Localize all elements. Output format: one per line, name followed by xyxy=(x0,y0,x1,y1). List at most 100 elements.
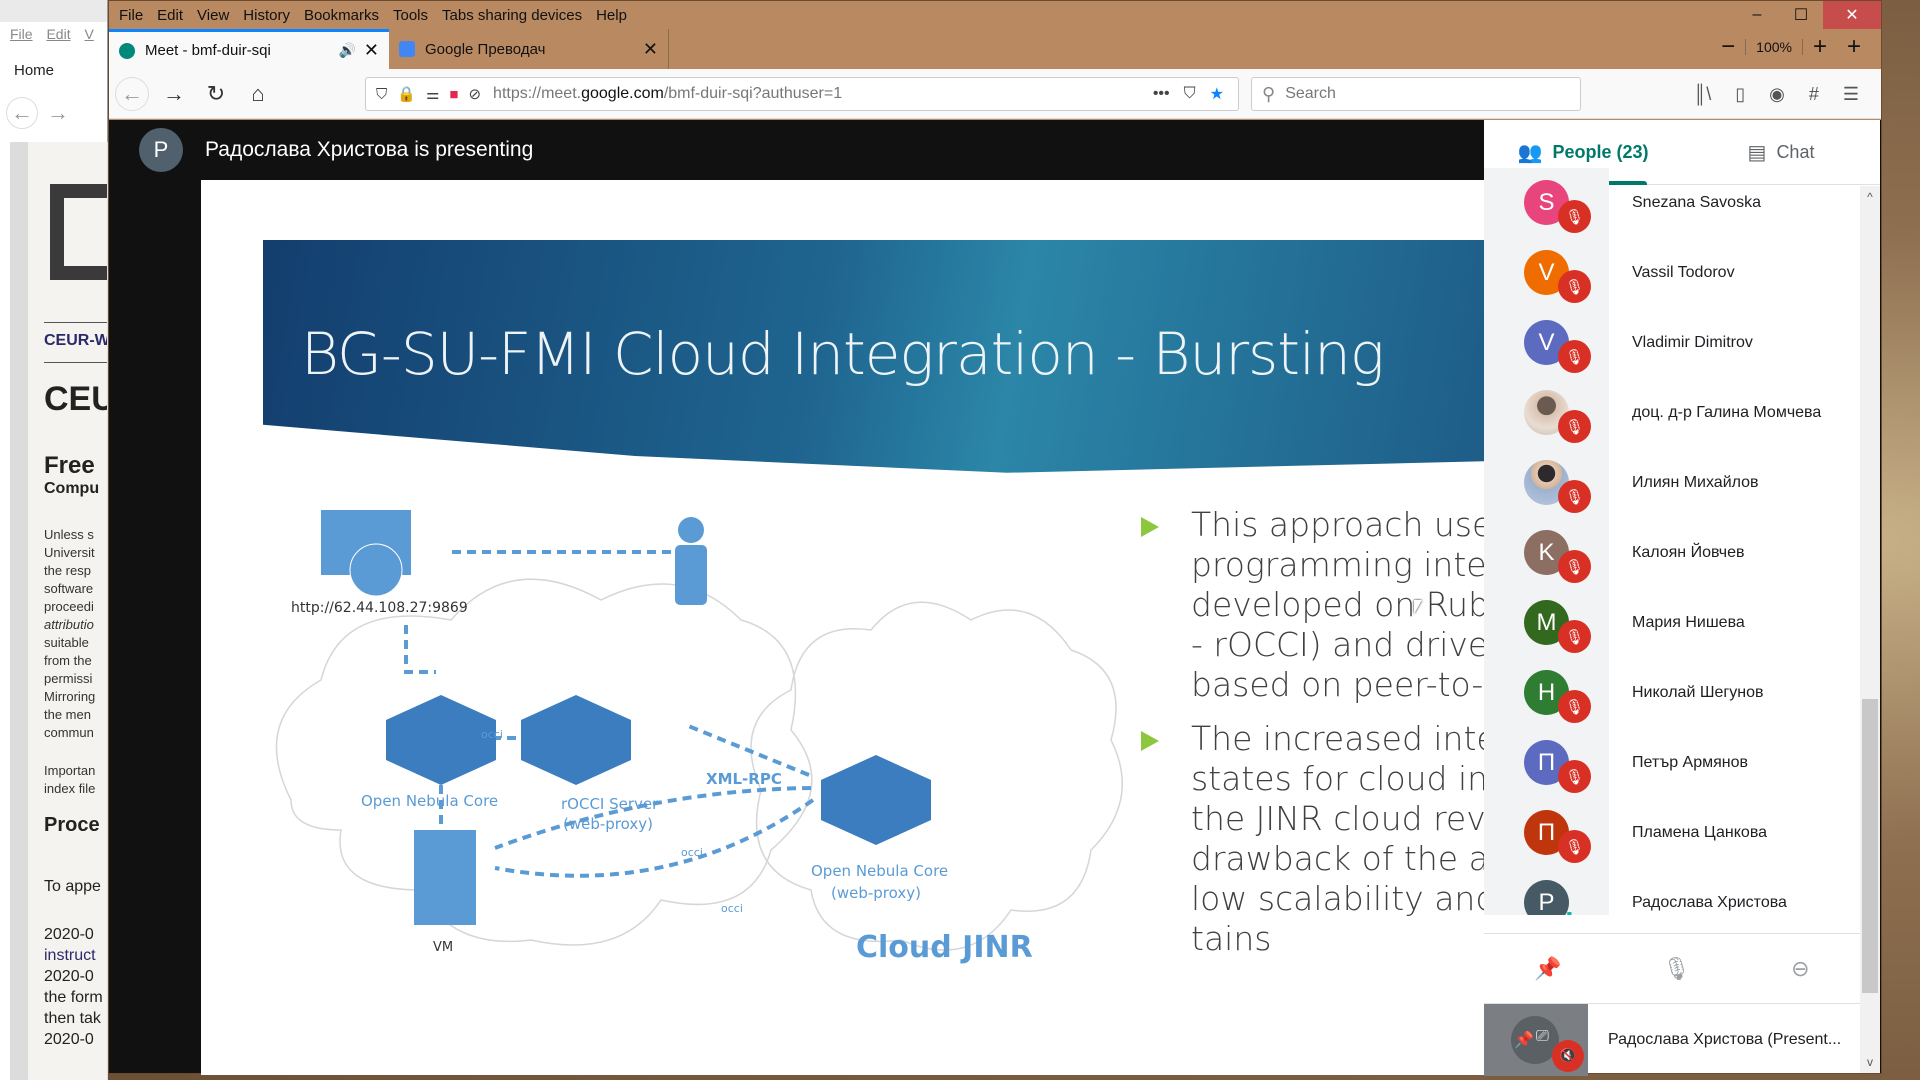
menu-bookmarks[interactable]: Bookmarks xyxy=(304,7,379,24)
bg-section-heading: Proce xyxy=(44,814,100,836)
tab-meet[interactable]: Meet - bmf-duir-sqi 🔊 ✕ xyxy=(109,29,389,69)
zoom-in-button[interactable]: + xyxy=(1803,33,1837,61)
permissions-icon[interactable]: ⚌ xyxy=(426,85,439,103)
bg-nav: ← → xyxy=(6,97,78,130)
mic-muted-icon: 🎙 xyxy=(1558,270,1591,303)
occi-label-2: occi xyxy=(681,846,703,859)
url-text[interactable]: https://meet.google.com/bmf-duir-sqi?aut… xyxy=(493,85,1153,103)
reload-icon[interactable]: ↻ xyxy=(199,77,233,111)
server-jinr-icon xyxy=(821,755,931,845)
home-icon[interactable]: ⌂ xyxy=(241,77,275,111)
library-icon[interactable]: ║\ xyxy=(1693,84,1711,105)
bg-forward-icon[interactable]: → xyxy=(42,98,74,130)
minimize-button[interactable]: – xyxy=(1735,1,1779,29)
hamburger-menu-icon[interactable]: ☰ xyxy=(1843,84,1859,105)
navigation-toolbar: ← → ↻ ⌂ ⛉ 🔒 ⚌ ■ ⊘ https://meet.google.co… xyxy=(109,69,1881,119)
mic-muted-icon: 🎙 xyxy=(1558,550,1591,583)
zoom-out-button[interactable]: − xyxy=(1711,33,1745,61)
ceur-link[interactable]: CEUR-W xyxy=(44,332,107,350)
participant-row[interactable]: V 🎙 Vladimir Dimitrov xyxy=(1484,308,1860,378)
participant-name: Vassil Todorov xyxy=(1632,264,1735,281)
bg-menu-edit[interactable]: Edit xyxy=(46,26,70,42)
bg-menu-file[interactable]: File xyxy=(10,26,33,42)
meet-content: P Радослава Христова is presenting BG-SU… xyxy=(109,120,1881,1076)
tab-strip: Meet - bmf-duir-sqi 🔊 ✕ Google Преводач … xyxy=(109,29,669,69)
menu-history[interactable]: History xyxy=(243,7,290,24)
shield-icon[interactable]: ⛉ xyxy=(376,86,387,103)
participant-row[interactable]: P•▌• Радослава Христова xyxy=(1484,868,1860,915)
new-tab-button[interactable]: + xyxy=(1837,33,1871,61)
sidebar-icon[interactable]: ▯ xyxy=(1735,84,1745,105)
jinr-core-sub-label: (web-proxy) xyxy=(831,884,921,902)
participant-row[interactable]: П 🎙 Пламена Цанкова xyxy=(1484,798,1860,868)
back-icon[interactable]: ← xyxy=(115,76,149,111)
vm-label: VM xyxy=(433,940,454,955)
close-window-button[interactable]: ✕ xyxy=(1823,1,1881,29)
tab-title: Meet - bmf-duir-sqi xyxy=(145,42,271,59)
presentation-tile[interactable]: 📌 ⎚ 🔇 Радослава Христова (Present... xyxy=(1484,1003,1860,1076)
tab-translate[interactable]: Google Преводач ✕ xyxy=(389,29,669,69)
panel-scrollbar[interactable]: ^ v xyxy=(1860,186,1880,1073)
slide-bullets: This approach uses programming inter dev… xyxy=(1141,505,1484,973)
speaker-icon[interactable]: 🔊 xyxy=(338,42,355,59)
url-bar[interactable]: ⛉ 🔒 ⚌ ■ ⊘ https://meet.google.com/bmf-du… xyxy=(365,77,1239,111)
globe-icon xyxy=(349,543,403,597)
zoom-level[interactable]: 100% xyxy=(1745,39,1803,55)
pin-icon[interactable]: 📌 xyxy=(1534,956,1561,982)
translate-favicon-icon xyxy=(399,41,415,57)
scroll-down-icon[interactable]: v xyxy=(1860,1055,1880,1069)
autoplay-blocked-icon[interactable]: ⊘ xyxy=(468,85,481,103)
page-actions-icon[interactable]: ••• xyxy=(1153,85,1170,103)
presentation-slide[interactable]: BG-SU-FMI Cloud Integration - Bursting h… xyxy=(201,180,1484,1075)
speaking-indicator-icon: •▌• xyxy=(1562,912,1582,915)
bullet-item: This approach uses programming inter dev… xyxy=(1141,505,1484,705)
presenter-bar: P Радослава Христова is presenting xyxy=(109,120,1484,180)
menu-file[interactable]: File xyxy=(119,7,143,24)
close-tab-icon[interactable]: ✕ xyxy=(364,40,379,61)
close-tab-icon[interactable]: ✕ xyxy=(643,39,658,60)
search-placeholder: Search xyxy=(1285,85,1336,102)
menu-edit[interactable]: Edit xyxy=(157,7,183,24)
avatar-column: K 🎙 xyxy=(1484,518,1609,588)
remove-icon[interactable]: ⊖ xyxy=(1791,956,1809,982)
search-input[interactable]: ⚲ Search xyxy=(1251,77,1581,111)
bg-home-tab[interactable]: Home xyxy=(14,62,54,79)
server-core-icon xyxy=(386,695,496,785)
participant-row[interactable]: S 🎙 Snezana Savoska xyxy=(1484,168,1860,238)
participant-name: Пламена Цанкова xyxy=(1632,824,1768,841)
bookmark-star-icon[interactable]: ★ xyxy=(1210,84,1224,104)
mic-muted-icon: 🎙 xyxy=(1558,690,1591,723)
participant-row[interactable]: 🎙 Илиян Михайлов xyxy=(1484,448,1860,518)
background-menu: File Edit V xyxy=(10,26,104,42)
menu-bar: File Edit View History Bookmarks Tools T… xyxy=(109,3,631,27)
search-icon: ⚲ xyxy=(1262,83,1276,104)
participant-row[interactable]: 🎙 доц. д-р Галина Момчева xyxy=(1484,378,1860,448)
participant-row[interactable]: П 🎙 Петър Армянов xyxy=(1484,728,1860,798)
mic-muted-icon: 🎙 xyxy=(1558,410,1591,443)
mic-icon[interactable]: 🎙 xyxy=(1663,956,1691,982)
scroll-up-icon[interactable]: ^ xyxy=(1860,190,1880,204)
menu-tabs-sharing[interactable]: Tabs sharing devices xyxy=(442,7,582,24)
menu-help[interactable]: Help xyxy=(596,7,627,24)
audio-muted-icon: 🔇 xyxy=(1552,1039,1584,1072)
avatar: P xyxy=(1524,880,1569,915)
account-icon[interactable]: ◉ xyxy=(1769,84,1785,105)
scrollbar-thumb[interactable] xyxy=(1862,699,1878,993)
bg-menu-view[interactable]: V xyxy=(84,26,93,42)
camera-icon[interactable]: ■ xyxy=(449,86,458,103)
participant-list[interactable]: S 🎙 Snezana Savoska V 🎙 Vassil Todorov V 🎙 Vladi… xyxy=(1484,168,1860,915)
participant-row[interactable]: K 🎙 Калоян Йовчев xyxy=(1484,518,1860,588)
participant-row[interactable]: V 🎙 Vassil Todorov xyxy=(1484,238,1860,308)
menu-tools[interactable]: Tools xyxy=(393,7,428,24)
bg-back-icon[interactable]: ← xyxy=(6,97,38,129)
lock-icon[interactable]: 🔒 xyxy=(397,85,416,103)
extensions-icon[interactable]: # xyxy=(1809,84,1819,105)
menu-view[interactable]: View xyxy=(197,7,229,24)
participant-row[interactable]: H 🎙 Николай Шегунов xyxy=(1484,658,1860,728)
forward-icon[interactable]: → xyxy=(157,77,191,111)
background-browser-window[interactable]: File Edit V Home ← → CEUR-W CEU Free Comp… xyxy=(0,0,108,1080)
maximize-button[interactable]: ☐ xyxy=(1779,1,1823,29)
pocket-icon[interactable]: ⛉ xyxy=(1184,85,1196,103)
participant-row[interactable]: M 🎙 Мария Нишева xyxy=(1484,588,1860,658)
slide-title: BG-SU-FMI Cloud Integration - Bursting xyxy=(301,320,1385,388)
